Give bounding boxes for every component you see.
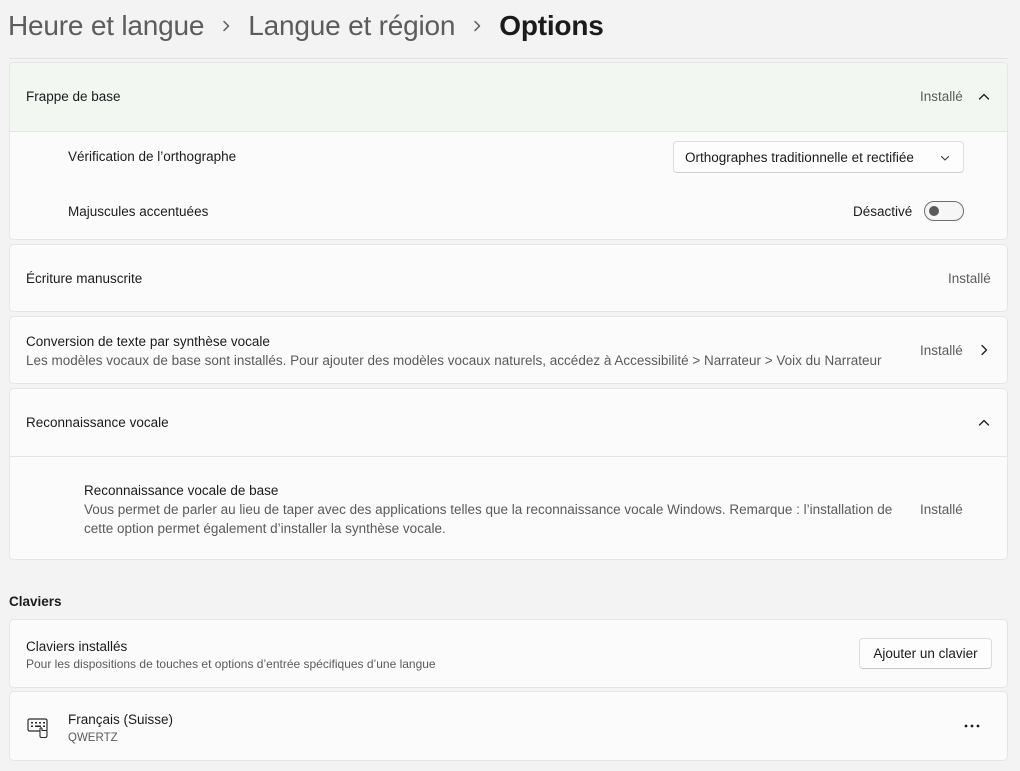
installed-keyboards-description: Pour les dispositions de touches et opti… — [26, 657, 436, 671]
spellcheck-dropdown[interactable]: Orthographes traditionnelle et rectifiée — [673, 141, 964, 173]
speech-title: Reconnaissance vocale — [26, 415, 169, 430]
basic-typing-status: Installé — [920, 89, 963, 104]
chevron-right-icon — [455, 6, 499, 46]
basic-speech-row: Reconnaissance vocale de base Vous perme… — [10, 457, 1007, 559]
installed-keyboards-card: Claviers installés Pour les dispositions… — [9, 619, 1008, 688]
handwriting-card: Écriture manuscrite Installé — [9, 244, 1008, 312]
chevron-up-icon[interactable] — [978, 417, 990, 429]
accented-caps-label: Majuscules accentuées — [68, 204, 209, 219]
basic-speech-title: Reconnaissance vocale de base — [84, 483, 279, 498]
chevron-right-icon — [981, 344, 988, 356]
spellcheck-row: Vérification de l’orthographe Orthograph… — [10, 132, 1007, 182]
handwriting-title: Écriture manuscrite — [26, 271, 143, 286]
basic-speech-description: Vous permet de parler au lieu de taper a… — [84, 502, 893, 536]
add-keyboard-button[interactable]: Ajouter un clavier — [859, 638, 992, 669]
toggle-knob — [929, 206, 939, 216]
accented-caps-row: Majuscules accentuées Désactivé — [10, 183, 1007, 239]
keyboard-layout: QWERTZ — [68, 732, 118, 744]
chevron-up-icon[interactable] — [978, 91, 990, 103]
keyboard-name: Français (Suisse) — [68, 712, 174, 727]
tts-description: Les modèles vocaux de base sont installé… — [26, 353, 882, 368]
speech-card: Reconnaissance vocale Reconnaissance voc… — [9, 388, 1008, 560]
tts-title: Conversion de texte par synthèse vocale — [26, 334, 270, 349]
basic-typing-title: Frappe de base — [26, 89, 121, 104]
breadcrumb-item-heure-et-langue[interactable]: Heure et langue — [8, 10, 204, 42]
ellipsis-icon — [964, 724, 980, 728]
accented-caps-toggle[interactable] — [924, 201, 964, 221]
installed-keyboards-title: Claviers installés — [26, 639, 128, 654]
breadcrumb-item-langue-et-region[interactable]: Langue et région — [248, 10, 455, 42]
tts-status: Installé — [920, 343, 963, 358]
accented-caps-state: Désactivé — [853, 204, 913, 219]
keyboard-icon — [27, 718, 48, 738]
speech-header[interactable]: Reconnaissance vocale — [10, 389, 1007, 456]
keyboard-item: Français (Suisse) QWERTZ — [9, 691, 1008, 761]
spellcheck-selected: Orthographes traditionnelle et rectifiée — [685, 149, 914, 165]
breadcrumb: Heure et langue Langue et région Options — [8, 6, 604, 46]
spellcheck-label: Vérification de l’orthographe — [68, 149, 237, 164]
chevron-right-icon — [204, 6, 248, 46]
basic-typing-card: Frappe de base Installé Vérification de … — [9, 62, 1008, 240]
keyboards-section-title: Claviers — [9, 594, 62, 609]
page-title: Options — [499, 10, 604, 41]
handwriting-status: Installé — [948, 271, 991, 286]
header-divider — [9, 58, 1008, 59]
tts-card[interactable]: Conversion de texte par synthèse vocale … — [9, 316, 1008, 384]
basic-typing-header[interactable]: Frappe de base Installé — [10, 63, 1007, 131]
chevron-down-icon — [940, 155, 950, 161]
basic-speech-status: Installé — [920, 502, 963, 517]
more-options-button[interactable] — [954, 714, 990, 738]
